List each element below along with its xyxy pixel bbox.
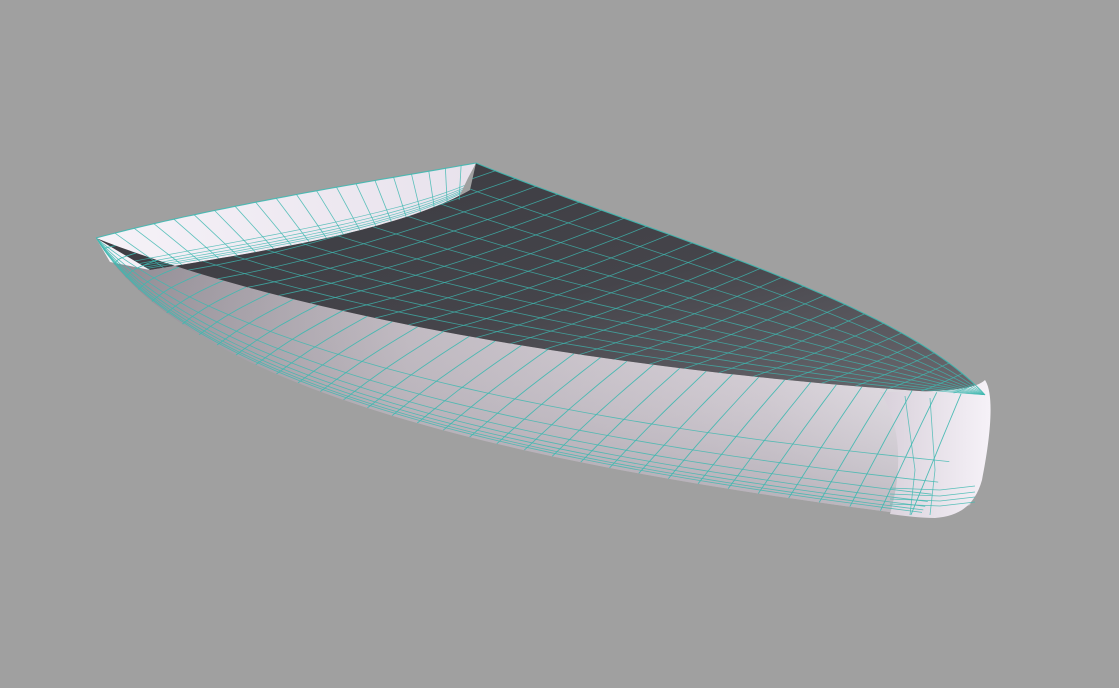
hull-model[interactable] xyxy=(0,0,1119,688)
3d-viewport[interactable] xyxy=(0,0,1119,688)
